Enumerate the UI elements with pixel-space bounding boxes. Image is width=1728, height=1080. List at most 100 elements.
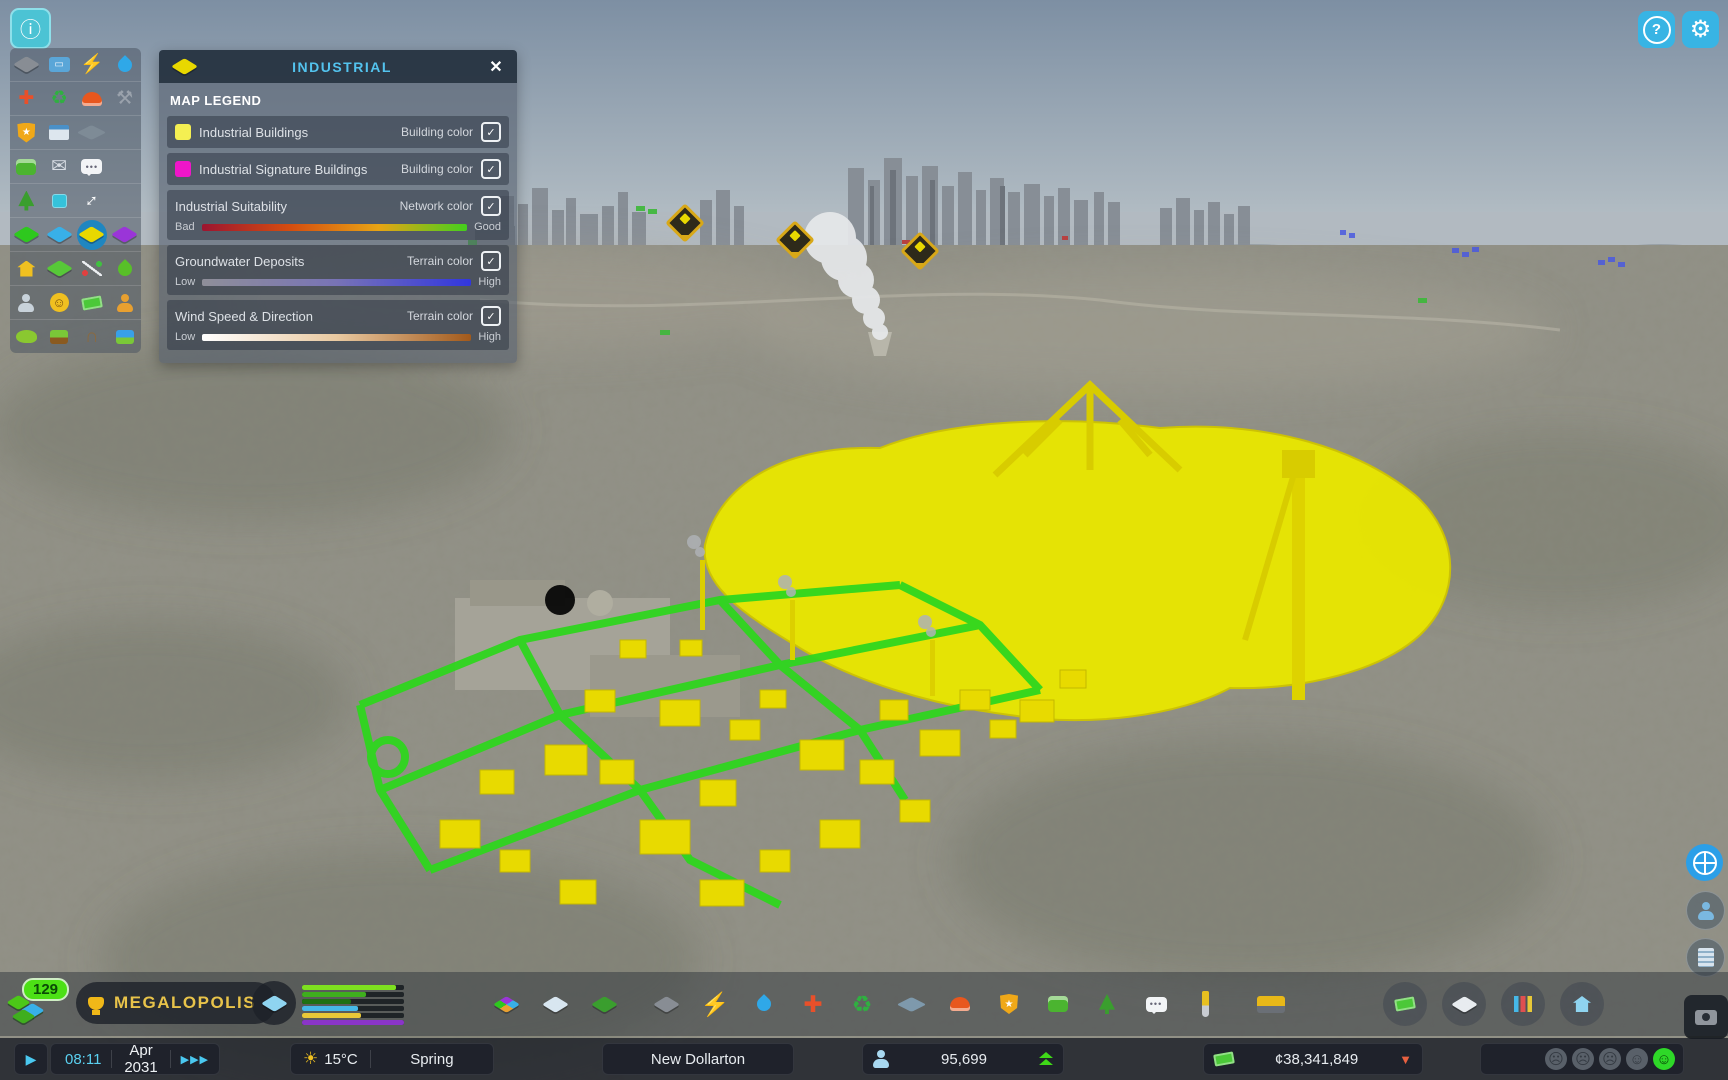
panel-title: INDUSTRIAL	[199, 59, 485, 75]
toolbar-transit-button[interactable]	[1040, 984, 1076, 1024]
infoview-parks-recreation[interactable]	[11, 186, 41, 216]
infoview-money[interactable]	[77, 288, 107, 318]
toolbar-transportation-overview-button[interactable]	[1442, 982, 1486, 1026]
infoview-zone-commercial[interactable]	[44, 220, 74, 250]
toolbar-landscaping-button[interactable]	[1187, 984, 1223, 1024]
infoview-population[interactable]	[11, 288, 41, 318]
infoview-water-pollution[interactable]	[110, 322, 140, 352]
toolbar-healthcare-button[interactable]: ✚	[795, 984, 831, 1024]
legend-value-label: Terrain color	[407, 309, 473, 323]
infoview-tourism[interactable]	[44, 186, 74, 216]
toolbar-communications-button[interactable]: •••	[1138, 984, 1174, 1024]
money-box[interactable]: ¢38,341,849 ▼	[1203, 1043, 1423, 1075]
temperature: 15°C	[324, 1051, 358, 1068]
map-overview-button[interactable]	[1686, 844, 1723, 881]
toolbar-garbage-button[interactable]: ♻	[844, 984, 880, 1024]
legend-checkbox[interactable]: ✓	[481, 159, 501, 179]
infoview-soil-pollution[interactable]	[44, 322, 74, 352]
scale-min-label: Bad	[175, 221, 195, 233]
infoview-statistics-lines[interactable]	[77, 254, 107, 284]
globe-icon	[1693, 851, 1717, 875]
land-value-icon	[46, 255, 73, 282]
infoview-garbage[interactable]: ♻	[44, 84, 74, 114]
milestone-name-pill[interactable]: MEGALOPOLIS	[76, 982, 276, 1024]
toolbar-fire-rescue-button[interactable]	[942, 984, 978, 1024]
growth-icon	[111, 255, 138, 282]
infoview-roads[interactable]	[11, 50, 41, 80]
map-marker-industrial-area[interactable]	[902, 233, 934, 269]
population-icon	[13, 289, 40, 316]
toolbar-bulldozer-button[interactable]	[1253, 984, 1289, 1024]
citizens-button[interactable]	[1686, 891, 1725, 930]
population-box[interactable]: 95,699	[862, 1043, 1064, 1075]
electricity-icon: ⚡	[700, 989, 730, 1019]
infoview-zone-office[interactable]	[110, 220, 140, 250]
infoview-workers[interactable]	[110, 288, 140, 318]
legend-checkbox[interactable]: ✓	[481, 196, 501, 216]
toolbar-economy-button[interactable]	[1383, 982, 1427, 1026]
vehicles-icon: ▭	[46, 51, 73, 78]
infoview-noise-pollution[interactable]: ∩	[77, 322, 107, 352]
maintenance-icon: ⚒	[111, 85, 138, 112]
infoview-land-value[interactable]	[44, 254, 74, 284]
infoview-water[interactable]	[110, 50, 140, 80]
infoview-communications[interactable]: •••	[77, 152, 107, 182]
person-icon	[1698, 902, 1714, 920]
infoview-fire-rescue[interactable]	[77, 84, 107, 114]
toolbar-electricity-button[interactable]: ⚡	[697, 984, 733, 1024]
time-date-box: 08:11 Apr 2031 ▶▶▶	[50, 1043, 220, 1075]
game-date: Apr 2031	[112, 1042, 169, 1076]
infoview-healthcare[interactable]: ✚	[11, 84, 41, 114]
toolbar-education-button[interactable]	[893, 984, 929, 1024]
infoview-happiness[interactable]: ☺	[44, 288, 74, 318]
toolbar-districts-button[interactable]	[537, 984, 573, 1024]
happiness-box[interactable]: ☹☹☹☺☺	[1480, 1043, 1684, 1075]
map-marker-industrial-area[interactable]	[777, 222, 809, 258]
infoview-residential-demand[interactable]	[11, 254, 41, 284]
fast-forward-button[interactable]: ▶▶▶	[171, 1053, 219, 1066]
infoview-ground-pollution[interactable]	[11, 322, 41, 352]
police-icon: ★	[13, 119, 40, 146]
toolbar-parks-recreation-button[interactable]	[1089, 984, 1125, 1024]
city-statistics-icon	[1508, 989, 1538, 1019]
info-button[interactable]: ⓘ	[10, 8, 51, 49]
toolbar-water-button[interactable]	[746, 984, 782, 1024]
population-count: 95,699	[897, 1051, 1031, 1068]
infoview-growth[interactable]	[110, 254, 140, 284]
xp-progress-bars	[302, 985, 404, 1025]
close-icon[interactable]: ✕	[485, 57, 507, 77]
help-button[interactable]: ?	[1638, 11, 1675, 48]
infoview-police[interactable]: ★	[11, 118, 41, 148]
infoview-education[interactable]	[77, 118, 107, 148]
play-pause-button[interactable]: ▶	[14, 1043, 48, 1075]
infoview-electricity[interactable]: ⚡	[77, 50, 107, 80]
toolbar-signature-buildings-button[interactable]	[586, 984, 622, 1024]
toolbar-roads-button[interactable]	[648, 984, 684, 1024]
infoview-mail[interactable]: ✉	[44, 152, 74, 182]
infoview-administration[interactable]	[44, 118, 74, 148]
legend-checkbox[interactable]: ✓	[481, 306, 501, 326]
infoview-zone-industrial[interactable]	[77, 220, 107, 250]
infoview-routes[interactable]: ↕	[77, 186, 107, 216]
milestone-progress[interactable]: 129	[8, 978, 72, 1030]
legend-checkbox[interactable]: ✓	[481, 251, 501, 271]
toolbar-zoning-button[interactable]	[488, 984, 524, 1024]
map-marker-industrial-area[interactable]	[667, 205, 699, 241]
city-progression-button[interactable]	[252, 981, 296, 1025]
legend-rows: Industrial BuildingsBuilding color✓Indus…	[167, 116, 509, 350]
toolbar-city-statistics-button[interactable]	[1501, 982, 1545, 1026]
city-name-box[interactable]: New Dollarton	[602, 1043, 794, 1075]
toolbar-police-button[interactable]: ★	[991, 984, 1027, 1024]
water-pollution-icon	[111, 323, 138, 350]
infoview-vehicles[interactable]: ▭	[44, 50, 74, 80]
toolbar-info-views-button[interactable]	[1560, 982, 1604, 1026]
infoview-transit[interactable]	[11, 152, 41, 182]
trophy-icon	[88, 997, 104, 1010]
legend-row: Wind Speed & DirectionTerrain color✓LowH…	[167, 300, 509, 350]
legend-checkbox[interactable]: ✓	[481, 122, 501, 142]
infoview-zone-residential[interactable]	[11, 220, 41, 250]
settings-button[interactable]: ⚙	[1682, 11, 1719, 48]
infoview-maintenance[interactable]: ⚒	[110, 84, 140, 114]
legend-label: Industrial Buildings	[199, 125, 393, 140]
scale-max-label: Good	[474, 221, 501, 233]
